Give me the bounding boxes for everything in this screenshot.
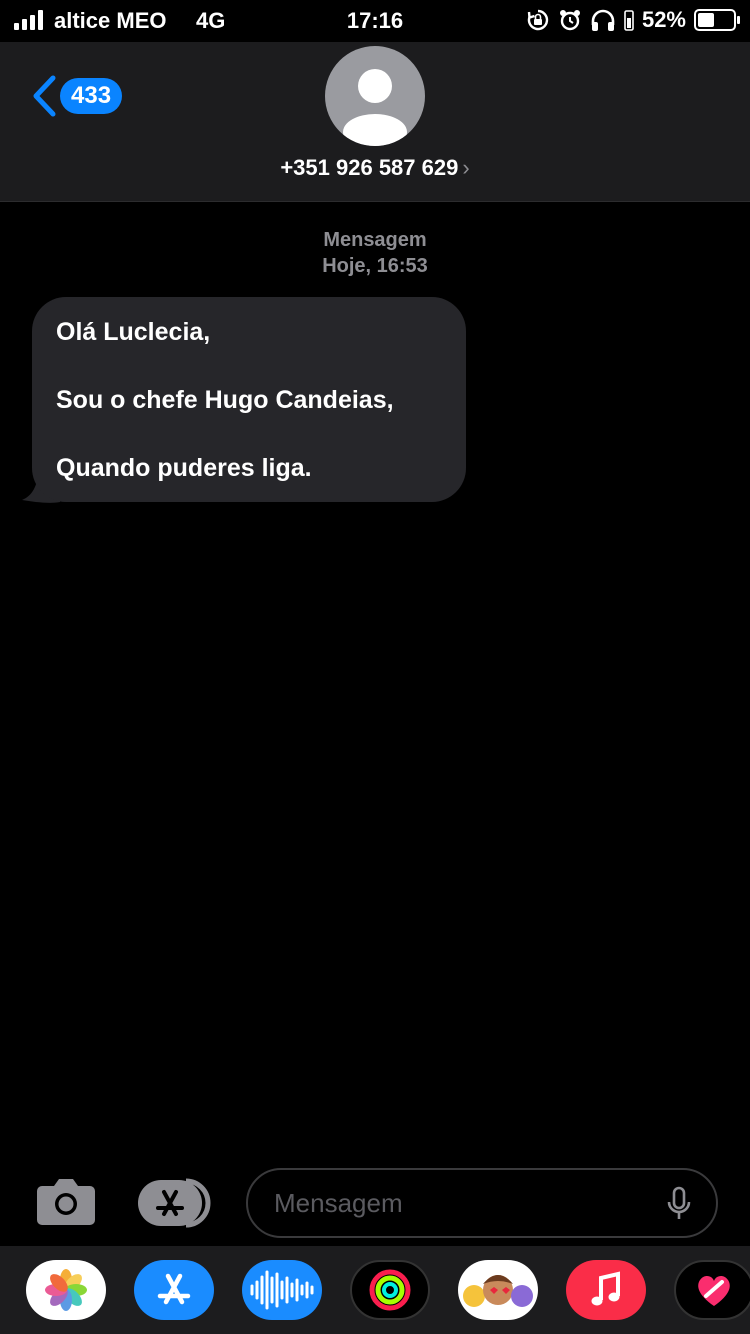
message-input-placeholder: Mensagem — [274, 1188, 403, 1218]
rotation-lock-icon — [527, 9, 549, 31]
app-store-icon — [138, 1178, 211, 1228]
battery-percentage: 52% — [641, 7, 686, 32]
heart-app-icon — [698, 1275, 730, 1306]
activity-app-button[interactable] — [350, 1260, 430, 1320]
app-drawer — [0, 1246, 750, 1334]
incoming-message-bubble[interactable]: Olá Luclecia, Sou o chefe Hugo Candeias,… — [32, 297, 466, 502]
contact-avatar[interactable] — [325, 46, 425, 146]
audio-message-app-button[interactable] — [242, 1260, 322, 1320]
chevron-left-icon — [33, 75, 56, 117]
status-bar: altice MEO 4G 17:16 52% — [0, 0, 750, 42]
memoji-app-button[interactable] — [458, 1260, 538, 1320]
music-app-button[interactable] — [566, 1260, 646, 1320]
small-battery-icon — [624, 10, 634, 31]
person-silhouette-icon — [343, 69, 407, 146]
photos-app-button[interactable] — [26, 1260, 106, 1320]
unread-count-badge: 433 — [60, 78, 123, 114]
app-store-app-button[interactable] — [134, 1260, 214, 1320]
app-store-button[interactable] — [138, 1178, 214, 1233]
contact-number: +351 926 587 629 — [280, 155, 459, 180]
date-label: Hoje, 16:53 — [322, 255, 428, 277]
message-timestamp-header: Mensagem Hoje, 16:53 — [0, 227, 750, 279]
music-icon — [591, 1271, 620, 1306]
audio-message-icon — [250, 1270, 314, 1310]
message-line: Quando puderes liga. — [56, 454, 312, 482]
camera-icon — [37, 1179, 95, 1225]
service-label: Mensagem — [323, 229, 427, 251]
heart-app-button[interactable] — [674, 1260, 750, 1320]
activity-icon — [369, 1269, 411, 1311]
message-line: Olá Luclecia, — [56, 318, 211, 346]
headphones-icon — [591, 9, 615, 31]
app-store-icon — [157, 1273, 191, 1305]
message-line: Sou o chefe Hugo Candeias, — [56, 386, 394, 414]
chevron-right-icon: › — [462, 155, 470, 180]
message-input[interactable]: Mensagem — [246, 1168, 718, 1238]
photos-icon — [45, 1269, 87, 1311]
back-button[interactable]: 433 — [30, 74, 123, 118]
camera-button[interactable] — [36, 1176, 96, 1231]
battery-icon — [694, 9, 740, 31]
alarm-icon — [559, 10, 580, 31]
microphone-icon[interactable] — [666, 1186, 692, 1222]
conversation-header: 433 +351 926 587 629 › — [0, 42, 750, 202]
memoji-icon — [463, 1275, 533, 1307]
contact-name-button[interactable]: +351 926 587 629 › — [0, 155, 750, 181]
